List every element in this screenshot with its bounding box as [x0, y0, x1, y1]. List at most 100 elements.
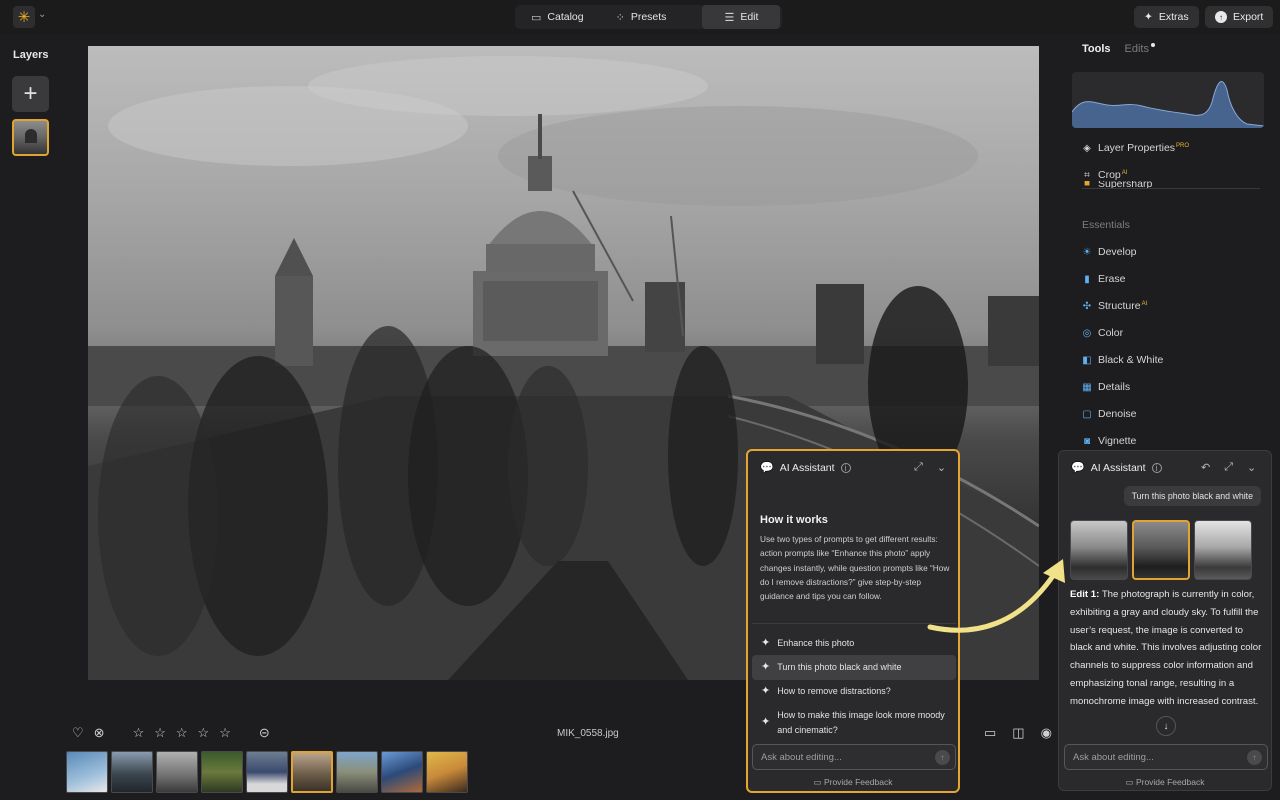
chevron-down-icon[interactable]: ⌄: [937, 461, 946, 474]
tab-tools[interactable]: Tools: [1082, 43, 1111, 55]
ai-assistant-panel-chat: 💬 AI Assistant i ↶ ⤢ ⌄ Turn this photo b…: [1058, 450, 1272, 791]
chat-bubble-icon: 💬: [1071, 461, 1085, 474]
send-icon[interactable]: ↑: [935, 750, 950, 765]
tool-color[interactable]: ◎ Color: [1082, 327, 1123, 339]
supersharp-item[interactable]: ■ Supersharp: [1082, 181, 1152, 188]
star-2-icon[interactable]: ☆: [154, 725, 166, 741]
histogram-graph: [1072, 72, 1264, 128]
annotation-arrow: [925, 555, 1075, 635]
info-icon[interactable]: i: [1152, 463, 1162, 473]
top-bar: ✳ ⌄ ▭ Catalog ⁘ Presets ☰ Edit ✦ Extras …: [0, 0, 1280, 34]
export-label: Export: [1233, 11, 1263, 23]
film-thumb[interactable]: [336, 751, 378, 793]
tab-edit[interactable]: ☰ Edit: [702, 5, 780, 29]
more-options-icon[interactable]: ⊝: [259, 725, 270, 741]
scroll-down-button[interactable]: ↓: [1156, 716, 1176, 736]
provide-feedback-link[interactable]: ▭ Provide Feedback: [1059, 777, 1271, 788]
prompt-black-white[interactable]: ✦ Turn this photo black and white: [752, 655, 956, 680]
expand-icon[interactable]: ⤢: [914, 461, 923, 474]
info-icon[interactable]: i: [841, 463, 851, 473]
provide-feedback-link[interactable]: ▭ Provide Feedback: [748, 777, 958, 788]
layer-thumbnail-image: [25, 129, 37, 143]
how-it-works-body: Use two types of prompts to get differen…: [760, 532, 950, 603]
feedback-icon: ▭: [1126, 777, 1136, 787]
film-thumb[interactable]: [66, 751, 108, 793]
view-tools: ▭ ◫ ◉: [984, 725, 1052, 741]
essentials-heading: Essentials: [1082, 219, 1130, 231]
tool-develop[interactable]: ☀ Develop: [1082, 246, 1137, 258]
star-5-icon[interactable]: ☆: [219, 725, 231, 741]
prompt-label: Turn this photo black and white: [777, 660, 901, 675]
film-thumb[interactable]: [426, 751, 468, 793]
tool-details-label: Details: [1098, 381, 1130, 393]
ai-header-actions: ⤢ ⌄: [914, 461, 946, 474]
prompt-label: How to remove distractions?: [777, 684, 891, 699]
film-thumb[interactable]: [381, 751, 423, 793]
ask-placeholder: Ask about editing...: [761, 752, 842, 763]
feedback-icon: ▭: [814, 777, 824, 787]
user-message: Turn this photo black and white: [1124, 486, 1261, 506]
compare-icon[interactable]: ◫: [1012, 725, 1024, 741]
tool-details[interactable]: ▦ Details: [1082, 381, 1130, 393]
ai-assistant-header: 💬 AI Assistant i: [1071, 461, 1162, 474]
tab-edits[interactable]: Edits: [1125, 43, 1149, 55]
star-3-icon[interactable]: ☆: [176, 725, 188, 741]
heart-icon[interactable]: ♡: [72, 725, 84, 741]
tool-erase[interactable]: ▮ Erase: [1082, 273, 1125, 285]
details-icon: ▦: [1082, 382, 1092, 392]
ask-input[interactable]: Ask about editing... ↑: [1064, 744, 1268, 770]
folder-icon: ▭: [531, 11, 541, 24]
export-button[interactable]: ↑ Export: [1205, 6, 1273, 28]
panel-divider: [1082, 188, 1260, 189]
ask-input[interactable]: Ask about editing... ↑: [752, 744, 956, 770]
film-thumb[interactable]: [246, 751, 288, 793]
tool-denoise[interactable]: ▢ Denoise: [1082, 408, 1137, 420]
reject-icon[interactable]: ⊗: [94, 725, 105, 741]
chat-bubble-icon: 💬: [760, 461, 774, 474]
undo-icon[interactable]: ↶: [1201, 461, 1210, 474]
layer-properties-item[interactable]: ◈ Layer PropertiesPRO: [1082, 142, 1189, 154]
ai-assistant-title: AI Assistant: [780, 462, 835, 474]
tool-structure-label: StructureAI: [1098, 300, 1147, 312]
eye-icon[interactable]: ◉: [1041, 725, 1052, 741]
how-it-works-title: How it works: [760, 514, 828, 526]
expand-icon[interactable]: ⤢: [1224, 461, 1233, 474]
color-icon: ◎: [1082, 328, 1092, 338]
film-thumb-selected[interactable]: [291, 751, 333, 793]
film-thumb[interactable]: [111, 751, 153, 793]
layer-thumbnail[interactable]: [12, 119, 49, 156]
prompt-remove-distractions[interactable]: ✦ How to remove distractions?: [752, 679, 956, 704]
tab-presets[interactable]: ⁘ Presets: [602, 5, 681, 29]
photo-filename: MIK_0558.jpg: [557, 728, 619, 739]
ai-header-actions: ↶ ⤢ ⌄: [1201, 461, 1256, 474]
mode-tabs: ▭ Catalog ⁘ Presets ☰ Edit: [515, 5, 782, 29]
ai-assistant-title: AI Assistant: [1091, 462, 1146, 474]
chevron-down-icon[interactable]: ⌄: [38, 9, 46, 20]
variation-thumb-selected[interactable]: [1132, 520, 1190, 580]
tool-vignette[interactable]: ◙ Vignette: [1082, 435, 1136, 447]
variation-thumb[interactable]: [1194, 520, 1252, 580]
crop-item[interactable]: ⌗ CropAI: [1082, 169, 1127, 181]
send-icon[interactable]: ↑: [1247, 750, 1262, 765]
star-1-icon[interactable]: ☆: [133, 725, 145, 741]
tab-catalog[interactable]: ▭ Catalog: [517, 5, 598, 29]
film-thumb[interactable]: [156, 751, 198, 793]
sparkle-icon: ✦: [761, 660, 770, 674]
filmstrip: [66, 751, 468, 793]
film-thumb[interactable]: [201, 751, 243, 793]
add-layer-button[interactable]: +: [12, 76, 49, 112]
prompt-moody-cinematic[interactable]: ✦ How to make this image look more moody…: [752, 703, 956, 743]
tool-black-white[interactable]: ◧ Black & White: [1082, 354, 1163, 366]
star-4-icon[interactable]: ☆: [198, 725, 210, 741]
tool-denoise-label: Denoise: [1098, 408, 1137, 420]
variation-thumb[interactable]: [1070, 520, 1128, 580]
monitor-icon[interactable]: ▭: [984, 725, 996, 741]
edit-body: The photograph is currently in color, ex…: [1070, 589, 1261, 707]
tool-color-label: Color: [1098, 327, 1123, 339]
chevron-down-icon[interactable]: ⌄: [1247, 461, 1256, 474]
tool-structure[interactable]: ✣ StructureAI: [1082, 300, 1147, 312]
extras-button[interactable]: ✦ Extras: [1134, 6, 1199, 28]
tab-catalog-label: Catalog: [547, 11, 583, 23]
supersharp-icon: ■: [1082, 181, 1092, 188]
app-logo-icon[interactable]: ✳: [13, 6, 35, 28]
